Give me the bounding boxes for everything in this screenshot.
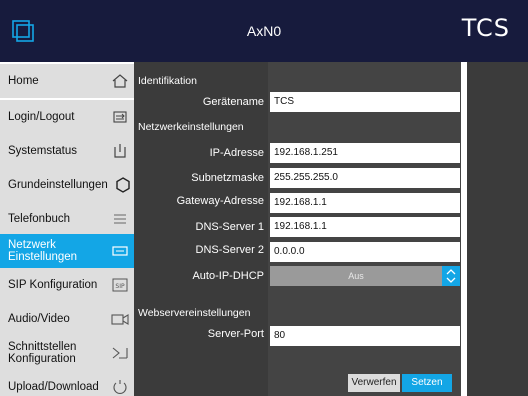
sidebar-item-upload-download[interactable]: Upload/Download [0, 370, 134, 396]
gear-icon [116, 177, 130, 193]
sidebar-item-label: Telefonbuch [8, 213, 71, 225]
server-port-input[interactable] [270, 326, 460, 346]
network-icon [112, 246, 128, 256]
subnet-mask-label: Subnetzmaske [191, 172, 264, 184]
dns1-input[interactable] [270, 217, 460, 237]
sidebar-item-login-logout[interactable]: Login/Logout [0, 100, 134, 134]
right-panel [467, 62, 528, 396]
sidebar-item-grundeinstellungen[interactable]: Grundeinstellungen [0, 168, 134, 202]
gateway-input[interactable] [270, 193, 460, 213]
sidebar-item-home[interactable]: Home [0, 64, 134, 98]
system-status-icon [114, 144, 126, 158]
sidebar-nav: Home Login/Logout Systemstatus Grundeins… [0, 62, 134, 396]
sidebar-item-schnittstellen-konfiguration[interactable]: Schnittstellen Konfiguration [0, 336, 134, 370]
sidebar-item-label: Schnittstellen Konfiguration [8, 341, 77, 365]
device-name-label: Gerätename [202, 96, 264, 108]
tcs-logo: TCS [461, 14, 510, 42]
list-icon [114, 214, 126, 224]
sidebar-item-label: Systemstatus [8, 145, 78, 157]
header-bar: AxN0 TCS [0, 0, 528, 62]
device-title: AxN0 [246, 23, 282, 39]
home-icon [112, 74, 128, 88]
apply-button[interactable]: Setzen [402, 374, 452, 392]
dhcp-spinner[interactable] [442, 266, 460, 286]
dhcp-select[interactable]: Aus [270, 266, 460, 286]
interface-icon [112, 347, 128, 359]
login-logout-icon [113, 111, 127, 123]
sip-icon: SIP [112, 278, 128, 292]
sidebar-item-telefonbuch[interactable]: Telefonbuch [0, 202, 134, 236]
subnet-mask-input[interactable] [270, 168, 460, 188]
discard-button[interactable]: Verwerfen [348, 374, 400, 392]
dns2-label: DNS-Server 2 [195, 244, 264, 256]
section-webserver: Webservereinstellungen [134, 302, 268, 324]
sidebar-item-label: SIP Konfiguration [8, 279, 98, 291]
sidebar-item-netzwerk-einstellungen[interactable]: Netzwerk Einstellungen [0, 234, 134, 268]
sidebar-item-label: Grundeinstellungen [8, 179, 108, 191]
sidebar-item-label: Home [8, 75, 39, 87]
sidebar-item-audio-video[interactable]: Audio/Video [0, 302, 134, 336]
upload-download-icon [113, 380, 127, 394]
server-port-label: Server-Port [207, 328, 264, 340]
sidebar-item-sip-konfiguration[interactable]: SIP Konfiguration SIP [0, 268, 134, 302]
sidebar-item-systemstatus[interactable]: Systemstatus [0, 134, 134, 168]
sidebar-item-label: Login/Logout [8, 111, 75, 123]
settings-content: Identifikation Gerätename Netzwerkeinste… [134, 62, 528, 396]
sidebar-item-label: Netzwerk Einstellungen [8, 239, 78, 263]
section-network: Netzwerkeinstellungen [134, 116, 268, 138]
ip-address-label: IP-Adresse [209, 147, 264, 159]
app-window: AxN0 TCS Home Login/Logout Systemstatus … [0, 0, 528, 396]
device-name-input[interactable] [270, 92, 460, 112]
ip-address-input[interactable] [270, 143, 460, 163]
sidebar-item-label: Audio/Video [8, 313, 70, 325]
settings-panel: Identifikation Gerätename Netzwerkeinste… [134, 62, 461, 396]
gateway-label: Gateway-Adresse [176, 195, 264, 207]
dns2-input[interactable] [270, 242, 460, 262]
svg-text:SIP: SIP [115, 283, 125, 290]
video-camera-icon [111, 314, 129, 325]
dhcp-selected-value: Aus [348, 271, 364, 281]
dhcp-label: Auto-IP-DHCP [192, 270, 264, 282]
sidebar-item-label: Upload/Download [8, 381, 99, 393]
section-identification: Identifikation [134, 70, 268, 92]
chevron-up-down-icon [446, 269, 456, 283]
dns1-label: DNS-Server 1 [195, 221, 264, 233]
